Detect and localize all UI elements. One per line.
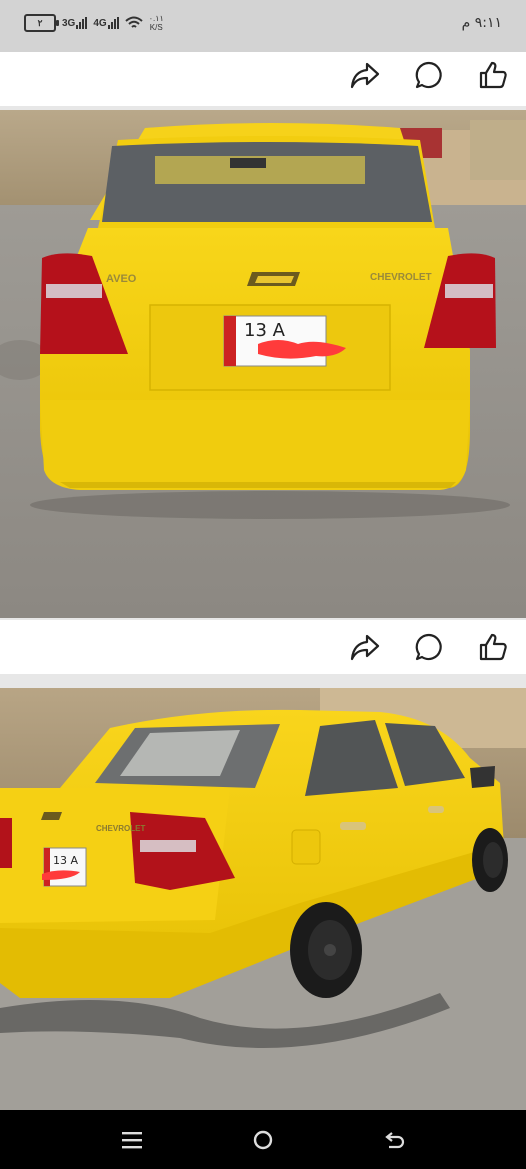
post-action-bar-1 [0, 52, 526, 106]
system-nav-bar [0, 1110, 526, 1169]
post-photo-1[interactable]: AVEO CHEVROLET 13 A [0, 110, 526, 618]
network-4g-label: 4G [93, 18, 107, 29]
network-speed: ٠.١١ K/S [149, 14, 164, 32]
status-indicators: ٢ 3G 4G ٠.١١ K/S [24, 14, 164, 32]
like-icon[interactable] [476, 630, 510, 664]
battery-level: ٢ [37, 18, 43, 28]
status-bar: ٢ 3G 4G ٠.١١ K/S ٩:١١ م [0, 0, 526, 52]
status-time: ٩:١١ م [461, 15, 502, 31]
signal-4g-icon: 4G [93, 17, 119, 29]
signal-3g-icon: 3G [62, 17, 88, 29]
back-icon[interactable] [377, 1124, 413, 1156]
car-side-photo: CHEVROLET 13 A [0, 688, 526, 1110]
wifi-icon [125, 16, 143, 28]
like-icon[interactable] [476, 58, 510, 92]
recent-apps-icon[interactable] [114, 1124, 150, 1156]
comment-icon[interactable] [412, 58, 446, 92]
chevrolet-badge: CHEVROLET [370, 272, 432, 283]
post-action-bar-2 [0, 620, 526, 674]
network-speed-unit: K/S [149, 23, 163, 32]
chevrolet-badge-2: CHEVROLET [96, 824, 145, 833]
car-rear-photo: AVEO CHEVROLET 13 A [0, 110, 526, 618]
plate-text-2: 13 A [53, 854, 78, 867]
battery-icon: ٢ [24, 14, 59, 32]
plate-text: 13 A [244, 320, 286, 341]
aveo-badge: AVEO [106, 273, 137, 285]
post-photo-2[interactable]: CHEVROLET 13 A [0, 688, 526, 1110]
comment-icon[interactable] [412, 630, 446, 664]
share-icon[interactable] [348, 58, 382, 92]
network-3g-label: 3G [62, 18, 76, 29]
share-icon[interactable] [348, 630, 382, 664]
home-icon[interactable] [245, 1124, 281, 1156]
network-speed-value: ٠.١١ [148, 14, 164, 23]
